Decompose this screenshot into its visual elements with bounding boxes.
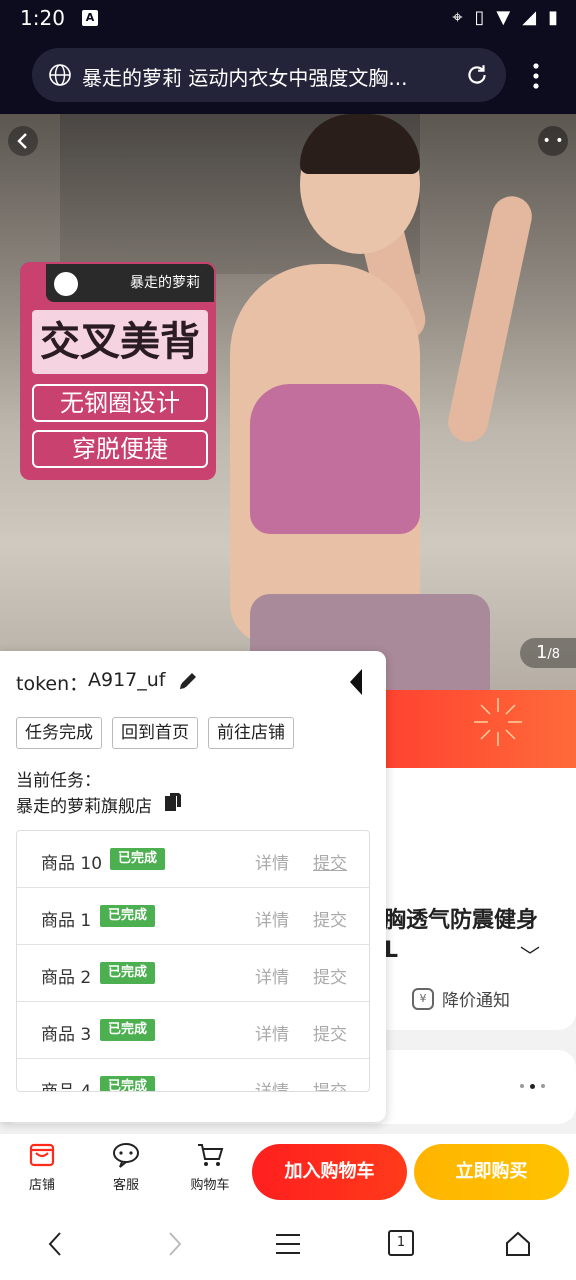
- system-nav-bar: 1: [0, 1208, 576, 1280]
- task-complete-button[interactable]: 任务完成: [16, 717, 102, 749]
- image-counter: 1/8: [520, 638, 576, 668]
- submit-link[interactable]: 提交: [313, 963, 347, 988]
- collapse-left-icon[interactable]: [346, 667, 366, 697]
- detail-link[interactable]: 详情: [255, 963, 289, 988]
- item-name: 商品 1: [41, 911, 92, 931]
- back-home-button[interactable]: 回到首页: [112, 717, 198, 749]
- browser-menu-icon[interactable]: [524, 60, 548, 92]
- panel-button-row: 任务完成 回到首页 前往店铺: [16, 717, 294, 749]
- vibrate-icon: ▯: [474, 7, 485, 28]
- product-title-fragment: 胸透气防震健身: [384, 908, 539, 933]
- promo-line-1: 无钢圈设计: [32, 384, 208, 422]
- task-list: 商品 10 已完成 详情 提交 商品 1 已完成 详情 提交 商品 2 已完成 …: [16, 830, 370, 1092]
- chevron-down-icon[interactable]: ﹀: [520, 940, 540, 969]
- token-label: token：: [16, 673, 89, 695]
- submit-link[interactable]: 提交: [313, 906, 347, 931]
- counter-current: 1: [535, 642, 548, 663]
- browser-toolbar: 暴走的萝莉 运动内衣女中强度文胸...: [0, 38, 576, 114]
- detail-link[interactable]: 详情: [255, 1077, 289, 1091]
- cart-label: 购物车: [190, 1178, 230, 1193]
- product-title-fragment: L: [384, 938, 399, 963]
- nav-tabs-icon[interactable]: 1: [388, 1230, 414, 1256]
- service-label: 客服: [112, 1178, 139, 1193]
- nav-home-icon[interactable]: [504, 1230, 532, 1258]
- location-icon: ⌖: [452, 7, 463, 28]
- more-icon[interactable]: • •: [538, 126, 568, 156]
- copy-icon[interactable]: [164, 792, 182, 812]
- battery-icon: ▮: [548, 7, 558, 28]
- promo-headline: 交叉美背: [32, 310, 208, 374]
- detail-link[interactable]: 详情: [255, 906, 289, 931]
- url-text[interactable]: 暴走的萝莉 运动内衣女中强度文胸...: [82, 62, 452, 91]
- promo-brand: 暴走的萝莉: [46, 264, 214, 302]
- item-name: 商品 10: [41, 854, 103, 874]
- cart-button[interactable]: 购物车: [180, 1140, 240, 1193]
- list-item: 商品 10 已完成 详情 提交: [17, 831, 369, 888]
- model-sports-bra: [250, 384, 420, 534]
- bottom-action-bar: 店铺 客服 购物车 加入购物车 立即购买: [0, 1134, 576, 1208]
- status-time: 1:20: [20, 6, 65, 30]
- back-icon[interactable]: [8, 126, 38, 156]
- model-arm: [444, 192, 536, 446]
- signal-icon: ◢: [522, 7, 537, 28]
- store-button[interactable]: 店铺: [12, 1140, 72, 1193]
- detail-link[interactable]: 详情: [255, 1020, 289, 1045]
- status-icons: ⌖ ▯ ▼ ◢ ▮: [452, 6, 558, 30]
- submit-link[interactable]: 提交: [313, 1077, 347, 1091]
- globe-icon: [49, 64, 71, 86]
- promo-card: 暴走的萝莉 交叉美背 无钢圈设计 穿脱便捷: [20, 262, 216, 480]
- wifi-icon: ▼: [496, 7, 511, 28]
- price-tag-icon: ¥: [412, 987, 434, 1010]
- detail-link[interactable]: 详情: [255, 849, 289, 874]
- go-store-button[interactable]: 前往店铺: [208, 717, 294, 749]
- price-alert-label: 降价通知: [442, 991, 510, 1011]
- promo-line-2: 穿脱便捷: [32, 430, 208, 468]
- status-badge: 已完成: [100, 1019, 156, 1041]
- status-badge: 已完成: [110, 848, 166, 870]
- list-item: 商品 4 已完成 详情 提交: [17, 1059, 369, 1092]
- add-to-cart-button[interactable]: 加入购物车: [252, 1144, 407, 1200]
- task-panel: token： A917_uf 任务完成 回到首页 前往店铺 当前任务： 暴走的萝…: [0, 651, 386, 1122]
- current-task-store: 暴走的萝莉旗舰店: [16, 797, 152, 817]
- status-bar: 1:20 A ⌖ ▯ ▼ ◢ ▮: [0, 0, 576, 38]
- url-bar[interactable]: 暴走的萝莉 运动内衣女中强度文胸...: [32, 48, 506, 102]
- list-item: 商品 2 已完成 详情 提交: [17, 945, 369, 1002]
- current-task-label: 当前任务：: [16, 771, 101, 791]
- buy-now-button[interactable]: 立即购买: [414, 1144, 569, 1200]
- edit-icon[interactable]: [176, 669, 200, 693]
- reload-icon[interactable]: [464, 62, 490, 88]
- tabs-count: 1: [396, 1235, 406, 1250]
- list-item: 商品 3 已完成 详情 提交: [17, 1002, 369, 1059]
- brand-logo-icon: [54, 272, 78, 296]
- submit-link[interactable]: 提交: [313, 849, 347, 874]
- nav-back-icon[interactable]: [42, 1230, 70, 1258]
- token-value: A917_uf: [88, 669, 166, 691]
- list-item: 商品 1 已完成 详情 提交: [17, 888, 369, 945]
- counter-total: /8: [547, 647, 561, 662]
- status-badge: 已完成: [100, 905, 156, 927]
- service-button[interactable]: 客服: [96, 1140, 156, 1193]
- store-icon: [29, 1143, 55, 1167]
- status-badge: 已完成: [100, 962, 156, 984]
- shopping-cart-icon: [198, 1144, 224, 1166]
- status-badge: 已完成: [100, 1076, 156, 1091]
- nav-forward-icon[interactable]: [160, 1230, 188, 1258]
- item-name: 商品 3: [41, 1025, 92, 1045]
- price-alert-button[interactable]: ¥ 降价通知: [412, 986, 510, 1011]
- customer-service-icon: [113, 1143, 139, 1168]
- nav-menu-icon[interactable]: [274, 1230, 302, 1258]
- promo-brand-text: 暴走的萝莉: [130, 275, 200, 291]
- product-image[interactable]: 暴走的萝莉 交叉美背 无钢圈设计 穿脱便捷 • • 1/8: [0, 114, 576, 690]
- submit-link[interactable]: 提交: [313, 1020, 347, 1045]
- carousel-dots: [520, 1084, 545, 1089]
- notification-icon: A: [82, 10, 98, 26]
- item-name: 商品 4: [41, 1082, 92, 1092]
- item-name: 商品 2: [41, 968, 92, 988]
- firework-icon: [474, 698, 522, 746]
- store-label: 店铺: [28, 1178, 55, 1193]
